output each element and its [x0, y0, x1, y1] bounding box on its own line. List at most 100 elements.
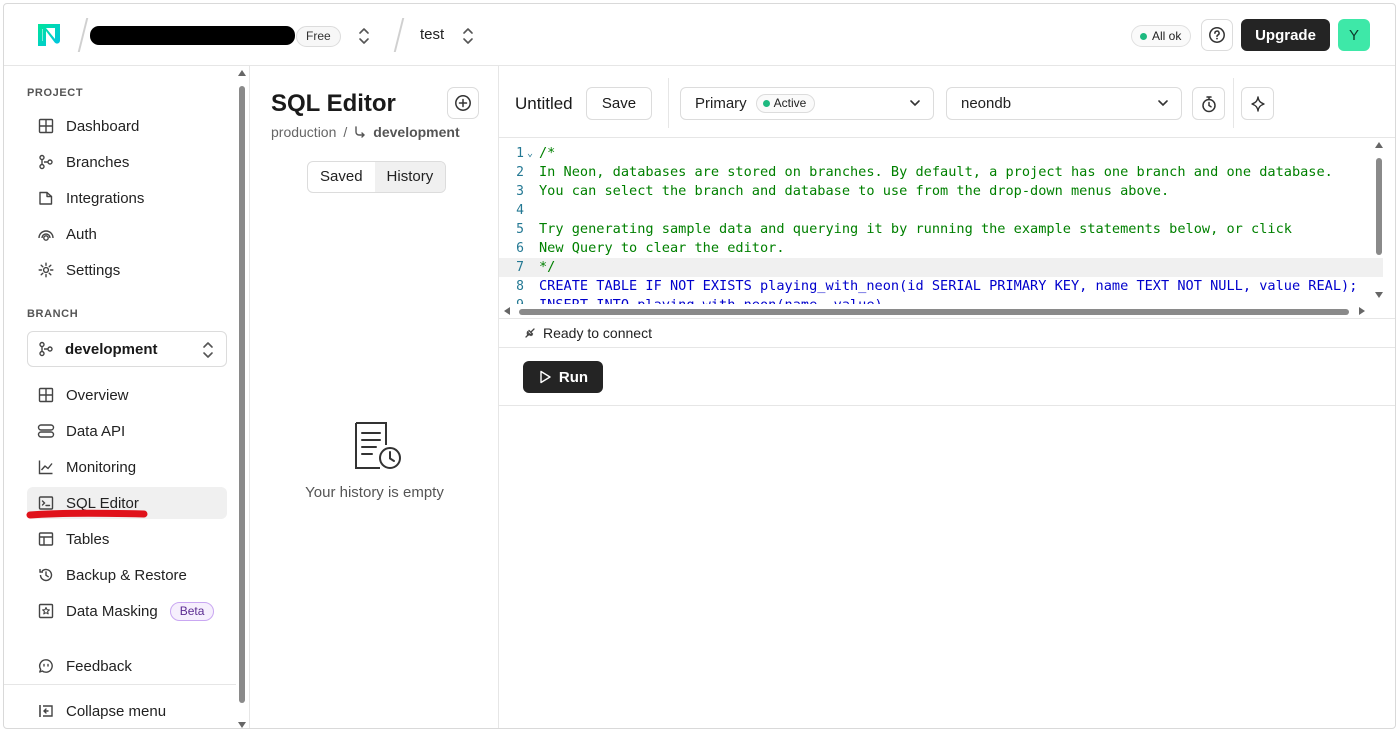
system-status-badge[interactable]: All ok — [1131, 25, 1192, 47]
sidebar-item-monitoring[interactable]: Monitoring — [27, 451, 227, 483]
sidebar-item-label: Dashboard — [66, 117, 140, 135]
collapse-menu-label: Collapse menu — [66, 702, 167, 720]
run-button[interactable]: Run — [523, 361, 603, 393]
query-title[interactable]: Untitled — [515, 94, 573, 114]
editor-vertical-scrollbar[interactable] — [1372, 138, 1384, 304]
sidebar-item-overview[interactable]: Overview — [27, 379, 227, 411]
plus-circle-icon — [455, 95, 471, 111]
sidebar-scroll-thumb[interactable] — [239, 86, 245, 703]
sidebar-item-data-masking[interactable]: Data Masking Beta — [27, 595, 227, 627]
chevrons-up-down-icon — [203, 342, 213, 358]
empty-history-message: Your history is empty — [305, 484, 444, 501]
scroll-left-arrow-icon[interactable] — [504, 307, 510, 315]
plan-badge: Free — [296, 26, 341, 47]
data-api-icon — [37, 422, 55, 440]
project-name[interactable]: test — [420, 26, 444, 43]
help-icon — [1209, 27, 1225, 43]
sidebar-item-label: Data API — [66, 422, 126, 440]
database-selector[interactable]: neondb — [946, 87, 1182, 120]
sidebar-item-settings[interactable]: Settings — [27, 254, 227, 286]
user-avatar[interactable]: Y — [1338, 19, 1370, 51]
code-line: 8 CREATE TABLE IF NOT EXISTS playing_with… — [499, 277, 1383, 296]
code-text: Try generating sample data and querying … — [539, 221, 1292, 237]
scroll-up-arrow-icon[interactable] — [1375, 142, 1383, 148]
sidebar-item-auth[interactable]: Auth — [27, 218, 227, 250]
plug-icon — [525, 328, 535, 338]
ai-assistant-button[interactable] — [1241, 87, 1274, 120]
connection-status-text: Ready to connect — [543, 325, 652, 341]
code-text: You can select the branch and database t… — [539, 183, 1170, 199]
branches-icon — [37, 153, 55, 171]
scroll-right-arrow-icon[interactable] — [1359, 307, 1365, 315]
sidebar-item-label: Overview — [66, 386, 129, 404]
org-name-redacted[interactable] — [90, 26, 295, 45]
line-number: 6 — [516, 241, 524, 256]
breadcrumb: production / development — [271, 124, 460, 140]
sidebar-item-integrations[interactable]: Integrations — [27, 182, 227, 214]
branch-selector[interactable]: development — [27, 331, 227, 367]
sidebar-item-label: Data Masking — [66, 602, 158, 620]
project-switcher-chevrons-icon[interactable] — [462, 27, 474, 45]
editor-vertical-scroll-thumb[interactable] — [1376, 158, 1382, 255]
monitoring-icon — [37, 458, 55, 476]
overview-icon — [37, 386, 55, 404]
compute-selector[interactable]: Primary Active — [680, 87, 934, 120]
collapse-menu-button[interactable]: Collapse menu — [27, 695, 227, 727]
dashboard-icon — [37, 117, 55, 135]
code-text: /* — [539, 145, 556, 161]
tab-history[interactable]: History — [374, 162, 446, 192]
code-text: In Neon, databases are stored on branche… — [539, 164, 1333, 180]
query-timer-button[interactable] — [1192, 87, 1225, 120]
sidebar-item-branches[interactable]: Branches — [27, 146, 227, 178]
sidebar-item-label: Settings — [66, 261, 121, 279]
app-window: Free test All ok Upgrade Y PROJECT Dashb… — [3, 3, 1396, 729]
scroll-up-arrow-icon[interactable] — [238, 70, 246, 76]
sidebar: PROJECT Dashboard Branches Integrations … — [4, 66, 250, 728]
editor-horizontal-scroll-thumb[interactable] — [519, 309, 1349, 315]
feedback-button[interactable]: Feedback — [27, 650, 227, 682]
upgrade-button[interactable]: Upgrade — [1241, 19, 1330, 51]
sidebar-scrollbar[interactable] — [236, 70, 248, 728]
branch-section-label: BRANCH — [27, 308, 79, 320]
code-text: CREATE TABLE IF NOT EXISTS playing_with_… — [539, 278, 1358, 294]
scroll-down-arrow-icon[interactable] — [1375, 292, 1383, 298]
org-switcher-chevrons-icon[interactable] — [358, 27, 370, 45]
tab-saved[interactable]: Saved — [308, 162, 375, 192]
sidebar-item-dashboard[interactable]: Dashboard — [27, 110, 227, 142]
settings-icon — [37, 261, 55, 279]
scroll-down-arrow-icon[interactable] — [238, 722, 246, 728]
feedback-label: Feedback — [66, 657, 132, 675]
integrations-icon — [37, 189, 55, 207]
sparkle-icon — [1250, 95, 1265, 112]
compute-status: Active — [773, 96, 807, 110]
compute-name: Primary — [695, 95, 747, 112]
editor-horizontal-scrollbar[interactable] — [499, 304, 1372, 318]
help-button[interactable] — [1201, 19, 1233, 51]
fold-chevron-icon[interactable]: ⌄ — [527, 144, 533, 163]
branches-icon — [38, 341, 54, 357]
toolbar-divider — [668, 78, 669, 128]
line-number: 9 — [499, 296, 524, 304]
sidebar-item-label: Tables — [66, 530, 110, 548]
toolbar-divider — [1233, 78, 1234, 128]
breadcrumb-parent[interactable]: production — [271, 124, 336, 140]
database-name: neondb — [961, 95, 1012, 112]
stopwatch-icon — [1201, 95, 1216, 112]
line-number: 3 — [516, 184, 524, 199]
breadcrumb-current: development — [373, 124, 460, 140]
sql-code-editor[interactable]: 1 ⌄ /* 2 In Neon, databases are stored on b… — [499, 138, 1383, 304]
line-number: 5 — [516, 222, 524, 237]
line-number: 2 — [516, 165, 524, 180]
neon-logo-icon[interactable] — [35, 21, 63, 49]
red-annotation-underline — [26, 509, 148, 519]
sidebar-item-data-api[interactable]: Data API — [27, 415, 227, 447]
code-line: 5 Try generating sample data and querying… — [499, 220, 1383, 239]
sidebar-item-tables[interactable]: Tables — [27, 523, 227, 555]
line-number: 7 — [516, 260, 524, 275]
results-divider — [499, 405, 1395, 406]
save-button[interactable]: Save — [586, 87, 652, 120]
code-line: 6 New Query to clear the editor. — [499, 239, 1383, 258]
sidebar-item-backup-restore[interactable]: Backup & Restore — [27, 559, 227, 591]
new-query-button[interactable] — [447, 87, 479, 119]
collapse-sidebar-icon — [37, 702, 55, 720]
